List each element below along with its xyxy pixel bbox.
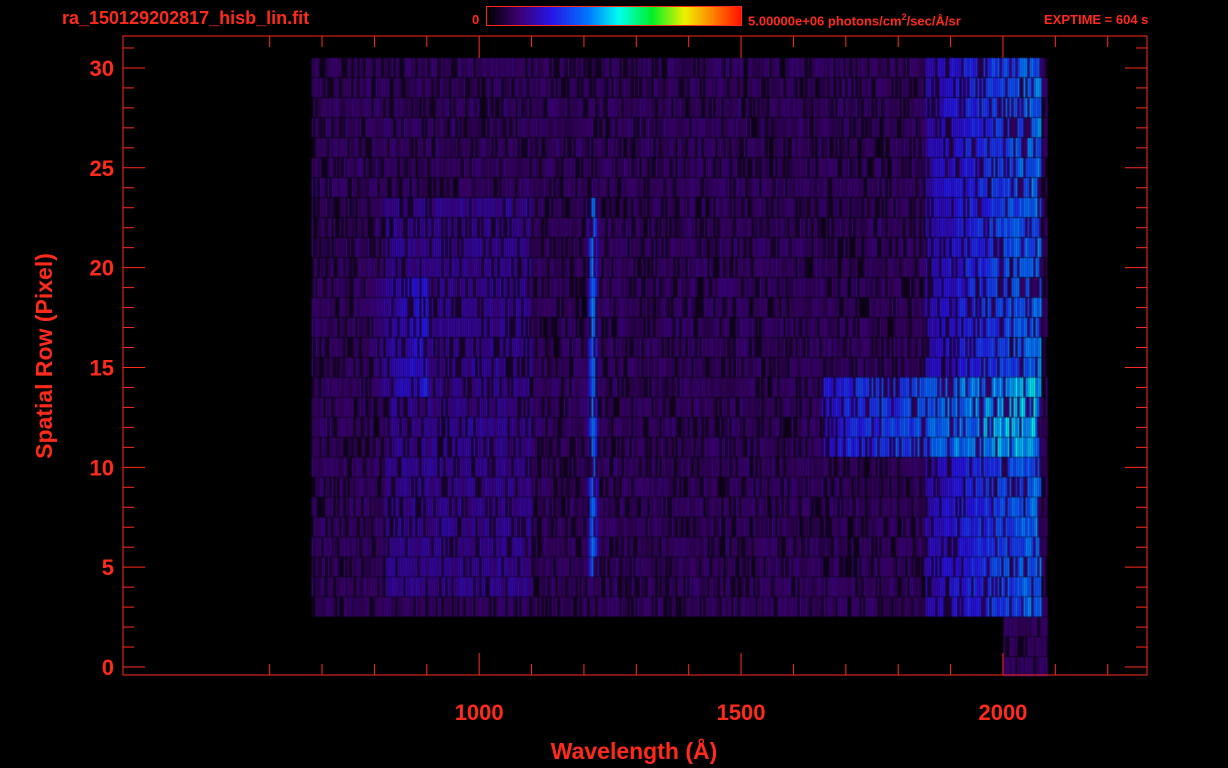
plot-frame [122, 35, 1148, 676]
x-tick-label: 1500 [717, 700, 766, 725]
y-tick-label: 0 [102, 655, 114, 680]
colorbar-max-label-text: 5.00000e+06 photons/cm [748, 13, 902, 29]
y-tick-label: 20 [90, 256, 114, 281]
colorbar-max-label: 5.00000e+06 photons/cm2/sec/Å/sr [748, 12, 961, 28]
colorbar-gradient [487, 7, 741, 25]
x-axis-label: Wavelength (Å) [551, 737, 718, 764]
plot-axes: 1000 1500 2000051015202530 Wavelength (Å) … [31, 35, 1148, 764]
colorbar-min-label: 0 [472, 12, 480, 27]
y-axis-label: Spatial Row (Pixel) [31, 253, 57, 459]
x-tick-label: 1000 [455, 700, 504, 725]
axis-ticks [123, 36, 1147, 675]
axis-tick-labels: 1000 1500 2000 0 5 10 15 20 25 30 [90, 56, 1028, 725]
y-tick-label: 15 [90, 355, 114, 380]
exptime-label: EXPTIME = 604 s [1044, 12, 1149, 27]
y-tick-label: 25 [90, 156, 114, 181]
y-tick-label: 30 [90, 56, 114, 81]
colorbar [486, 6, 742, 26]
y-tick-label: 10 [90, 455, 114, 480]
file-title: ra_150129202817_hisb_lin.fit [62, 8, 310, 28]
x-tick-label: 2000 [978, 700, 1027, 725]
colorbar-max-label-unit: /sec/Å/sr [906, 13, 961, 29]
y-tick-label: 5 [102, 555, 114, 580]
